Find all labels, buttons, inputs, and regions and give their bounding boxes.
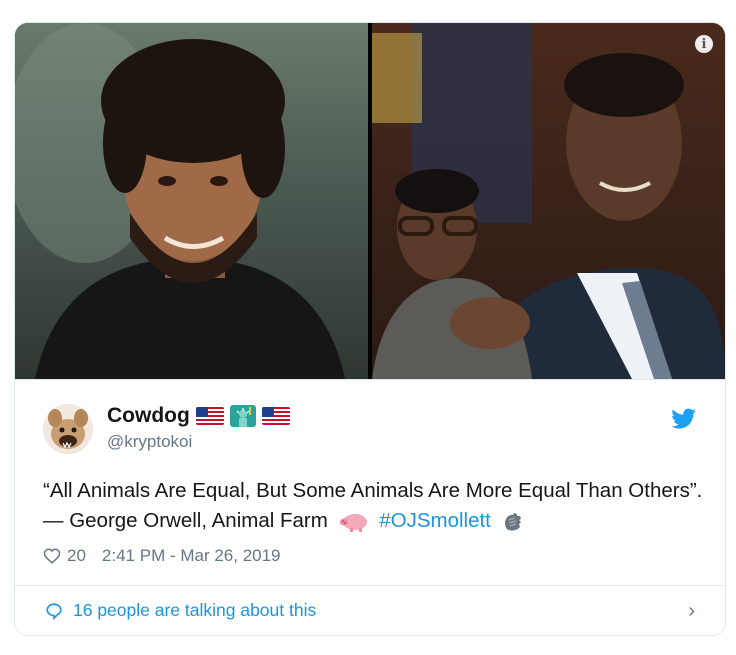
chevron-right-icon[interactable]: › <box>688 600 695 623</box>
author-handle[interactable]: @kryptokoi <box>107 432 192 452</box>
statue-of-liberty-icon <box>229 405 256 427</box>
speech-bubble-icon <box>46 603 62 620</box>
timestamp[interactable]: 2:41 PM - Mar 26, 2019 <box>102 546 281 566</box>
photo-left[interactable] <box>15 23 368 379</box>
heart-icon[interactable] <box>43 547 61 565</box>
tweet-meta: 20 2:41 PM - Mar 26, 2019 <box>43 546 281 566</box>
pig-icon <box>339 513 367 532</box>
avatar[interactable] <box>43 404 93 454</box>
tweet-text-body: “All Animals Are Equal, But Some Animals… <box>43 479 703 532</box>
glove-icon <box>504 512 521 531</box>
like-count[interactable]: 20 <box>67 546 86 566</box>
tweet-text: “All Animals Are Equal, But Some Animals… <box>43 476 703 536</box>
media-grid[interactable]: i <box>15 23 725 379</box>
talking-about-link[interactable]: 16 people are talking about this <box>73 600 316 621</box>
twitter-bird-icon[interactable] <box>671 408 697 430</box>
photo-right[interactable] <box>372 23 725 379</box>
info-glyph: i <box>701 36 707 52</box>
tweet-card[interactable]: i Cowdog @kryptokoi “All Animals Are Equ… <box>14 22 726 636</box>
us-flag-icon <box>261 407 290 425</box>
hashtag-link[interactable]: #OJSmollett <box>379 509 491 532</box>
tweet-body: Cowdog @kryptokoi “All Animals Are Equal… <box>15 379 725 586</box>
info-icon[interactable]: i <box>695 35 713 53</box>
us-flag-icon <box>195 407 224 425</box>
author-name[interactable]: Cowdog <box>107 404 190 428</box>
author-name-row: Cowdog <box>107 404 290 428</box>
conversation-footer[interactable]: 16 people are talking about this › <box>15 585 725 635</box>
